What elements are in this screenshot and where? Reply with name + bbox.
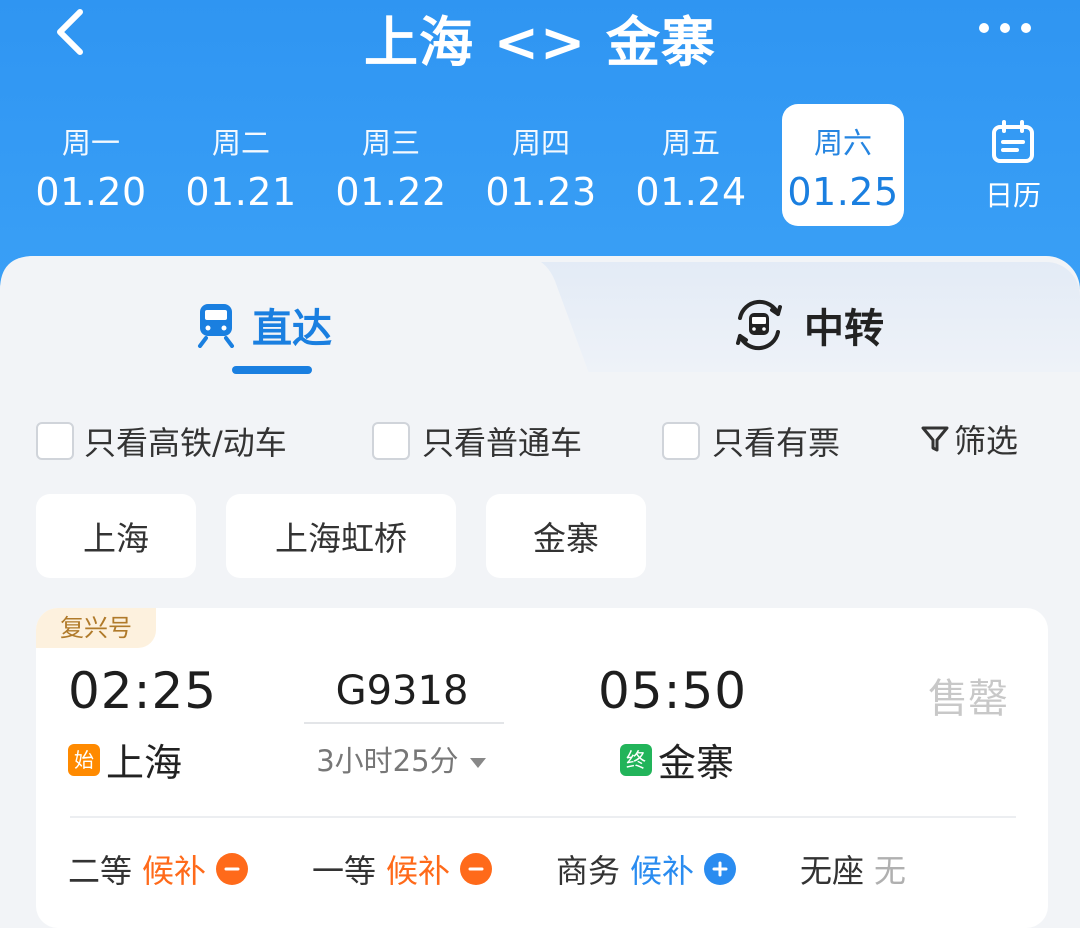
- date-item[interactable]: 周五 01.24: [630, 104, 752, 226]
- date-value: 01.20: [35, 170, 147, 214]
- depart-station-name: 上海: [106, 741, 183, 785]
- minus-icon: [468, 867, 484, 871]
- arrive-station-name: 金寨: [658, 741, 735, 785]
- sold-out-status: 售罄: [928, 676, 1008, 722]
- active-tab-indicator: [232, 366, 312, 374]
- station-chip[interactable]: 金寨: [486, 494, 646, 578]
- seat-standing: 无座 无: [800, 846, 906, 892]
- high-speed-label: 只看高铁/动车: [84, 424, 287, 462]
- funnel-icon: [921, 426, 949, 452]
- date-item[interactable]: 周二 01.21: [180, 104, 302, 226]
- station-chip[interactable]: 上海虹桥: [226, 494, 456, 578]
- date-weekday: 周二: [211, 126, 270, 160]
- date-weekday: 周三: [361, 126, 420, 160]
- arrive-station: 终 金寨: [620, 732, 734, 787]
- waitlist-minus-button[interactable]: [216, 853, 249, 885]
- station-chip[interactable]: 上海: [36, 494, 196, 578]
- train-icon: [198, 304, 234, 348]
- date-weekday: 周五: [661, 126, 720, 160]
- caret-down-icon: [469, 758, 486, 768]
- duration-text: 3小时25分: [316, 744, 459, 778]
- high-speed-checkbox[interactable]: [36, 422, 74, 460]
- seat-class-label: 商务: [556, 852, 621, 890]
- date-value: 01.25: [787, 170, 899, 214]
- date-item[interactable]: 周三 01.22: [330, 104, 452, 226]
- regular-train-label: 只看普通车: [422, 424, 583, 462]
- train-brand-badge: 复兴号: [36, 608, 156, 648]
- duration-toggle[interactable]: 3小时25分: [300, 738, 504, 780]
- top-bar: 上海 <> 金寨: [0, 0, 1080, 80]
- date-item[interactable]: 周一 01.20: [30, 104, 152, 226]
- depart-station: 始 上海: [68, 732, 182, 787]
- filter-row: 只看高铁/动车 只看普通车 只看有票 筛选: [0, 410, 1080, 470]
- available-only-checkbox[interactable]: [662, 422, 700, 460]
- date-item[interactable]: 周四 01.23: [480, 104, 602, 226]
- date-weekday: 周六: [813, 126, 872, 160]
- date-value: 01.24: [635, 170, 747, 214]
- seat-status: 候补: [142, 852, 207, 890]
- calendar-label: 日历: [984, 179, 1041, 212]
- more-icon: [979, 23, 1031, 33]
- plus-icon: [712, 861, 728, 877]
- date-weekday: 周一: [61, 126, 120, 160]
- seat-status: 无: [874, 852, 907, 890]
- tab-transfer-label: 中转: [804, 306, 884, 352]
- transfer-train-icon: [736, 299, 782, 351]
- more-button[interactable]: [970, 8, 1040, 48]
- tab-direct-label: 直达: [252, 306, 332, 352]
- waitlist-minus-button[interactable]: [460, 853, 493, 885]
- seat-class-label: 二等: [68, 852, 133, 890]
- filter-button-label: 筛选: [954, 422, 1019, 460]
- depart-time: 02:25: [68, 662, 218, 720]
- date-selector: 周一 01.20 周二 01.21 周三 01.22 周四 01.23 周五 0…: [0, 104, 1080, 228]
- seat-class-label: 无座: [800, 852, 865, 890]
- date-weekday: 周四: [511, 126, 570, 160]
- arrive-time: 05:50: [598, 662, 748, 720]
- date-value: 01.23: [485, 170, 597, 214]
- date-value: 01.21: [185, 170, 297, 214]
- train-number: G9318: [335, 668, 469, 714]
- seat-business-class: 商务 候补: [556, 846, 737, 892]
- seat-status: 候补: [386, 852, 451, 890]
- regular-train-checkbox[interactable]: [372, 422, 410, 460]
- filter-button[interactable]: 筛选: [920, 416, 1018, 462]
- route-title: 上海 <> 金寨: [363, 11, 717, 74]
- card-divider: [70, 816, 1016, 818]
- calendar-button[interactable]: 日历: [968, 104, 1058, 226]
- tab-direct[interactable]: 直达: [196, 290, 332, 360]
- seat-status: 候补: [630, 852, 695, 890]
- date-value: 01.22: [335, 170, 447, 214]
- start-badge: 始: [68, 743, 100, 776]
- date-item-selected[interactable]: 周六 01.25: [782, 104, 904, 226]
- train-route-line: [304, 722, 504, 724]
- end-badge: 终: [620, 743, 652, 776]
- seat-first-class: 一等 候补: [312, 846, 493, 892]
- waitlist-plus-button[interactable]: [704, 853, 737, 885]
- calendar-icon: [992, 120, 1034, 163]
- tab-transfer[interactable]: 中转: [730, 290, 884, 360]
- seat-class-label: 一等: [312, 852, 377, 890]
- available-only-label: 只看有票: [712, 424, 841, 462]
- seat-second-class: 二等 候补: [68, 846, 249, 892]
- minus-icon: [224, 867, 240, 871]
